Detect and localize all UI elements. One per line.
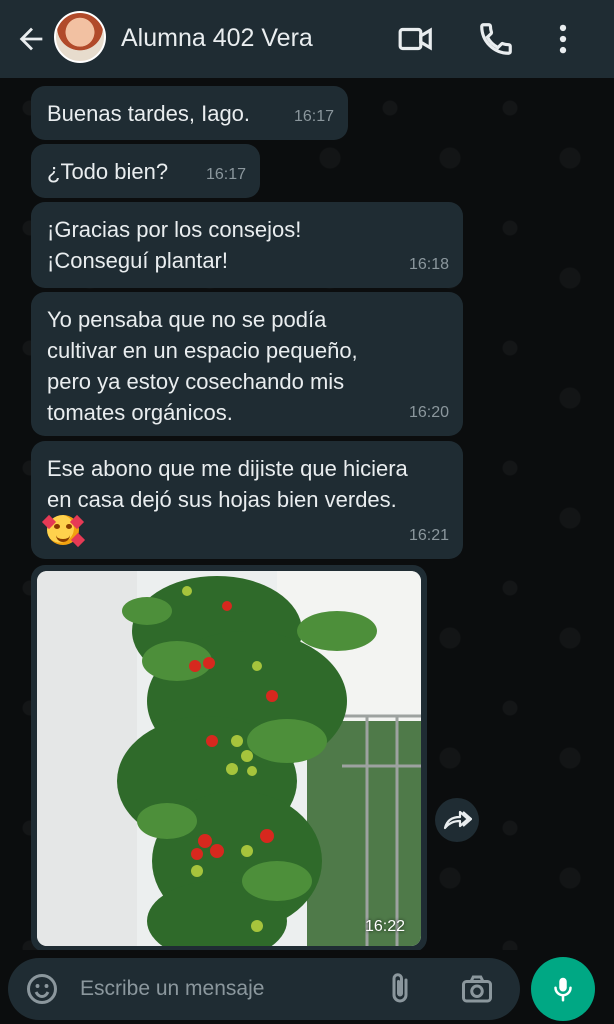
video-call-icon[interactable] [397, 20, 435, 58]
tomato-plant-image[interactable]: 16:22 [37, 571, 421, 946]
message-time: 16:18 [408, 256, 449, 273]
message-time: 16:20 [408, 404, 449, 421]
message-line: Yo pensaba que no se podía [47, 307, 327, 332]
message-line: pero ya estoy cosechando mis [47, 369, 345, 394]
message-bubble[interactable]: ¡Gracias por los consejos! ¡Conseguí pla… [31, 202, 463, 288]
message-time: 16:21 [408, 527, 449, 544]
message-time: 16:22 [364, 918, 405, 935]
phone-icon[interactable] [477, 20, 515, 58]
message-time: 16:17 [293, 108, 334, 125]
chat-header: Alumna 402 Vera [0, 0, 614, 78]
image-message[interactable]: 16:22 [31, 565, 427, 950]
message-bubble[interactable]: Yo pensaba que no se podía cultivar en u… [31, 292, 463, 436]
chat-area[interactable]: Buenas tardes, Iago. 16:17 ¿Todo bien? 1… [0, 78, 614, 950]
message-bubble[interactable]: Ese abono que me dijiste que hiciera en … [31, 441, 463, 559]
contact-avatar[interactable] [54, 11, 106, 63]
smiling-face-with-hearts-icon [41, 514, 86, 548]
mic-button[interactable] [531, 957, 595, 1021]
message-line: Ese abono que me dijiste que hiciera [47, 456, 408, 481]
message-bubble[interactable]: Buenas tardes, Iago. 16:17 [31, 86, 348, 140]
message-line: en casa dejó sus hojas bien verdes. [47, 487, 397, 512]
mic-icon [554, 977, 572, 1002]
message-line: ¡Gracias por los consejos! [47, 217, 302, 242]
message-input-bar[interactable]: Escribe un mensaje [8, 958, 520, 1020]
contact-name[interactable]: Alumna 402 Vera [121, 24, 313, 53]
message-bubble[interactable]: ¿Todo bien? 16:17 [31, 144, 260, 198]
message-time: 16:17 [205, 166, 246, 183]
camera-icon[interactable] [459, 971, 495, 1007]
message-line: cultivar en un espacio pequeño, [47, 338, 358, 363]
message-line: tomates orgánicos. [47, 400, 233, 425]
message-text: Buenas tardes, Iago. [47, 101, 251, 126]
forward-icon [443, 810, 472, 830]
forward-button[interactable] [435, 798, 479, 842]
message-line: ¡Conseguí plantar! [47, 248, 228, 273]
back-arrow-icon[interactable] [14, 22, 48, 56]
message-input[interactable]: Escribe un mensaje [80, 977, 264, 1001]
attach-icon[interactable] [382, 971, 418, 1007]
menu-icon[interactable] [544, 20, 582, 58]
emoji-icon[interactable] [24, 971, 60, 1007]
